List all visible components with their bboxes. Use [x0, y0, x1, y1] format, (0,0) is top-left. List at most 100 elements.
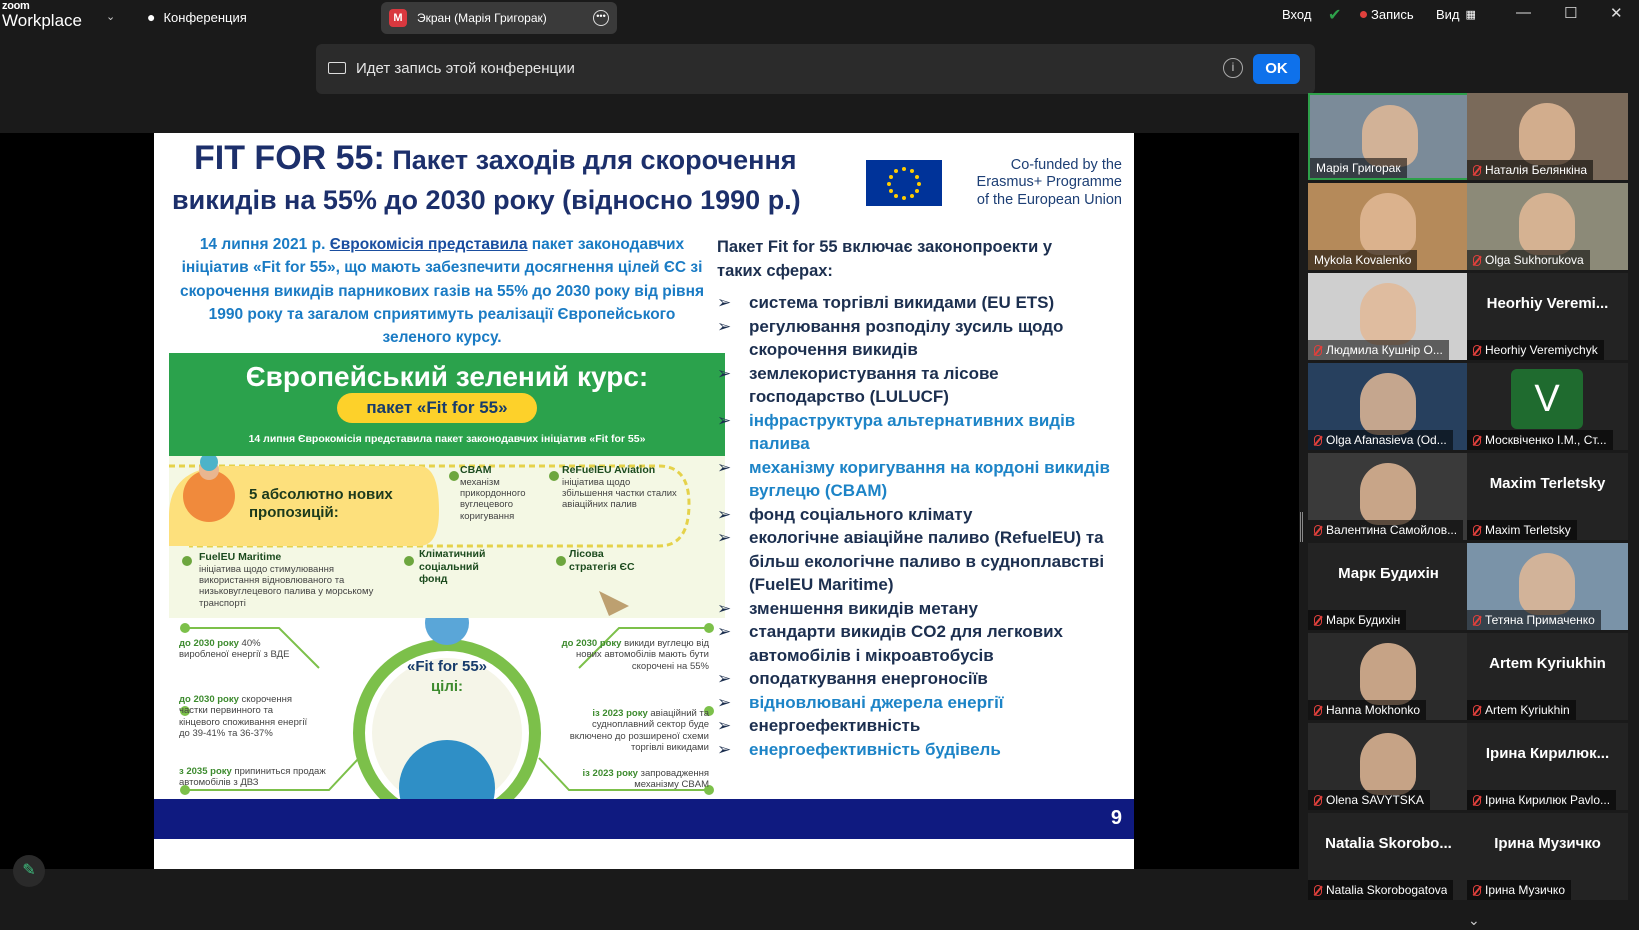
presentation-slide: FIT FOR 55: Пакет заходів для скорочення… — [154, 133, 1134, 869]
participant-tile[interactable]: Марія Григорак — [1308, 93, 1469, 180]
screen-share-tab[interactable]: M Экран (Марія Григорак) ••• — [381, 2, 617, 34]
participant-tile[interactable]: Тетяна Примаченко — [1467, 543, 1628, 630]
recording-notification-text: Идет запись этой конференции — [356, 60, 575, 77]
muted-mic-icon — [1473, 254, 1481, 266]
minimize-icon[interactable]: — — [1516, 4, 1531, 21]
zoom-logo: zoom Workplace — [2, 0, 82, 30]
arrow-bullet-icon: ➢ — [717, 316, 732, 336]
annotate-pen-icon[interactable]: ✎ — [13, 855, 45, 887]
arrow-bullet-icon: ➢ — [717, 457, 732, 477]
bill-list-item: ➢ енергоефективність будівель — [717, 738, 1117, 762]
ok-button[interactable]: OK — [1253, 54, 1300, 84]
participant-display-name: Марк Будихін — [1338, 565, 1439, 582]
participant-tile[interactable]: Hanna Mokhonko — [1308, 633, 1469, 720]
participant-tile[interactable]: Maxim Terletsky Maxim Terletsky — [1467, 453, 1628, 540]
recording-indicator[interactable]: Запись — [1360, 7, 1414, 22]
participant-name-label: Olena SAVYTSKA — [1308, 790, 1430, 810]
page-number: 9 — [1110, 807, 1122, 829]
meeting-label: Конференция — [163, 9, 247, 25]
arrow-bullet-icon: ➢ — [717, 739, 732, 759]
participant-tile[interactable]: Olena SAVYTSKA — [1308, 723, 1469, 810]
more-icon[interactable]: ••• — [593, 10, 609, 26]
participant-display-name: Ірина Музичко — [1494, 835, 1601, 852]
participant-tile[interactable]: Людмила Кушнір О... — [1308, 273, 1469, 360]
participant-display-name: Artem Kyriukhin — [1489, 655, 1606, 672]
meeting-info-button[interactable]: ● Конференция — [147, 9, 247, 25]
participant-tile[interactable]: Olga Sukhorukova — [1467, 183, 1628, 270]
participant-name-label: Olga Sukhorukova — [1467, 250, 1590, 270]
muted-mic-icon — [1314, 434, 1322, 446]
paw-icon: ● — [147, 9, 156, 25]
maximize-icon[interactable]: ☐ — [1564, 4, 1577, 22]
recording-notification: Идет запись этой конференции i OK — [316, 44, 1315, 94]
arrow-bullet-icon: ➢ — [717, 598, 732, 618]
enter-button[interactable]: Вход — [1282, 7, 1311, 22]
participant-tile[interactable]: Mykola Kovalenko — [1308, 183, 1469, 270]
participant-name-label: Ірина Музичко — [1467, 880, 1571, 900]
participant-tile[interactable]: V Москвіченко І.М., Ст... — [1467, 363, 1628, 450]
camera-icon — [328, 62, 346, 74]
participant-tile[interactable]: Heorhiy Veremi... Heorhiy Veremiychyk — [1467, 273, 1628, 360]
record-dot-icon — [1360, 11, 1367, 18]
muted-mic-icon — [1314, 344, 1322, 356]
avatar: V — [1511, 369, 1583, 429]
participant-name-label: Maxim Terletsky — [1467, 520, 1577, 540]
sharer-avatar: M — [389, 9, 407, 27]
arrow-bullet-icon: ➢ — [717, 410, 732, 430]
participant-name-label: Валентина Самойлов... — [1308, 520, 1464, 540]
arrow-bullet-icon: ➢ — [717, 716, 732, 735]
arrow-bullet-icon: ➢ — [717, 363, 732, 383]
participant-display-name: Ірина Кирилюк... — [1485, 745, 1610, 762]
participant-name-label: Людмила Кушнір О... — [1308, 340, 1449, 360]
participant-tile[interactable]: Olga Afanasieva (Od... — [1308, 363, 1469, 450]
participant-tile[interactable]: Artem Kyriukhin Artem Kyriukhin — [1467, 633, 1628, 720]
arrow-bullet-icon: ➢ — [717, 692, 732, 712]
scroll-down-chevron-icon[interactable]: ⌄ — [1468, 912, 1480, 929]
shield-check-icon[interactable]: ✔ — [1328, 5, 1341, 25]
participant-name-label: Москвіченко І.М., Ст... — [1467, 430, 1613, 450]
participants-gallery: Марія Григорак Наталія Белянкіна Mykola Ko… — [1308, 93, 1639, 905]
participant-display-name: Heorhiy Veremi... — [1486, 295, 1609, 312]
bill-list-item: ➢ відновлювані джерела енергії — [717, 691, 1117, 715]
erasmus-label: Co-funded by the Erasmus+ Programme of the… — [976, 157, 1122, 208]
muted-mic-icon — [1314, 704, 1322, 716]
participant-tile[interactable]: Наталія Белянкіна — [1467, 93, 1628, 180]
slide-intro: 14 липня 2021 р. Єврокомісія представила… — [180, 236, 704, 346]
muted-mic-icon — [1473, 524, 1481, 536]
participant-name-label: Natalia Skorobogatova — [1308, 880, 1454, 900]
participant-name-label: Ірина Кирилюк Pavlo... — [1467, 790, 1617, 810]
participant-name-label: Hanna Mokhonko — [1308, 700, 1427, 720]
bill-list-item: ➢ механізму коригування на кордоні викиді… — [717, 457, 1110, 501]
participant-tile[interactable]: Валентина Самойлов... — [1308, 453, 1469, 540]
bill-list-item: ➢ стандарти викидів CO2 для легкових авто… — [717, 622, 1064, 665]
chevron-down-icon[interactable]: ⌄ — [106, 10, 115, 23]
participant-tile[interactable]: Ірина Кирилюк... Ірина Кирилюк Pavlo... — [1467, 723, 1628, 810]
arrow-bullet-icon: ➢ — [717, 622, 732, 641]
list-heading: Пакет Fit for 55 включає законопроекти у… — [717, 238, 1053, 280]
grid-view-icon: ▦ — [1465, 9, 1476, 21]
info-icon[interactable]: i — [1223, 58, 1243, 78]
participant-tile[interactable]: Марк Будихін Марк Будихін — [1308, 543, 1469, 630]
arrow-bullet-icon: ➢ — [717, 293, 732, 312]
bill-list-item: ➢ екологічне авіаційне паливо (RefuelEU) … — [717, 528, 1105, 594]
participant-display-name: Natalia Skorobo... — [1325, 835, 1452, 852]
bill-list-item: ➢ регулювання розподілу зусиль щодо скоро… — [717, 316, 1064, 360]
green-deal-infographic: Європейський зелений курс: пакет «Fit fo… — [169, 353, 725, 831]
bill-list: ➢ система торгівлі викидами (EU ETS) ➢ регу… — [717, 291, 1117, 761]
participant-name-label: Olga Afanasieva (Od... — [1308, 430, 1453, 450]
bill-list-item: ➢ фонд соціального клімату — [717, 503, 1117, 527]
slide-title: FIT FOR 55: Пакет заходів для скорочення — [194, 139, 797, 177]
participant-name-label: Mykola Kovalenko — [1308, 250, 1418, 270]
muted-mic-icon — [1473, 434, 1481, 446]
panel-resize-handle[interactable] — [1300, 512, 1303, 542]
screen-share-label: Экран (Марія Григорак) — [417, 11, 547, 25]
bill-list-item: ➢ оподаткування енергоносіїв — [717, 667, 1117, 691]
bill-list-item: ➢ землекористування та лісове господарств… — [717, 363, 999, 407]
participant-name-label: Наталія Белянкіна — [1467, 160, 1594, 180]
close-icon[interactable]: ✕ — [1610, 4, 1623, 22]
view-button[interactable]: Вид ▦ — [1436, 7, 1476, 22]
participant-tile[interactable]: Natalia Skorobo... Natalia Skorobogatova — [1308, 813, 1469, 900]
participant-tile[interactable]: Ірина Музичко Ірина Музичко — [1467, 813, 1628, 900]
bill-list-item: ➢ система торгівлі викидами (EU ETS) — [717, 291, 1117, 315]
participant-name-label: Heorhiy Veremiychyk — [1467, 340, 1604, 360]
